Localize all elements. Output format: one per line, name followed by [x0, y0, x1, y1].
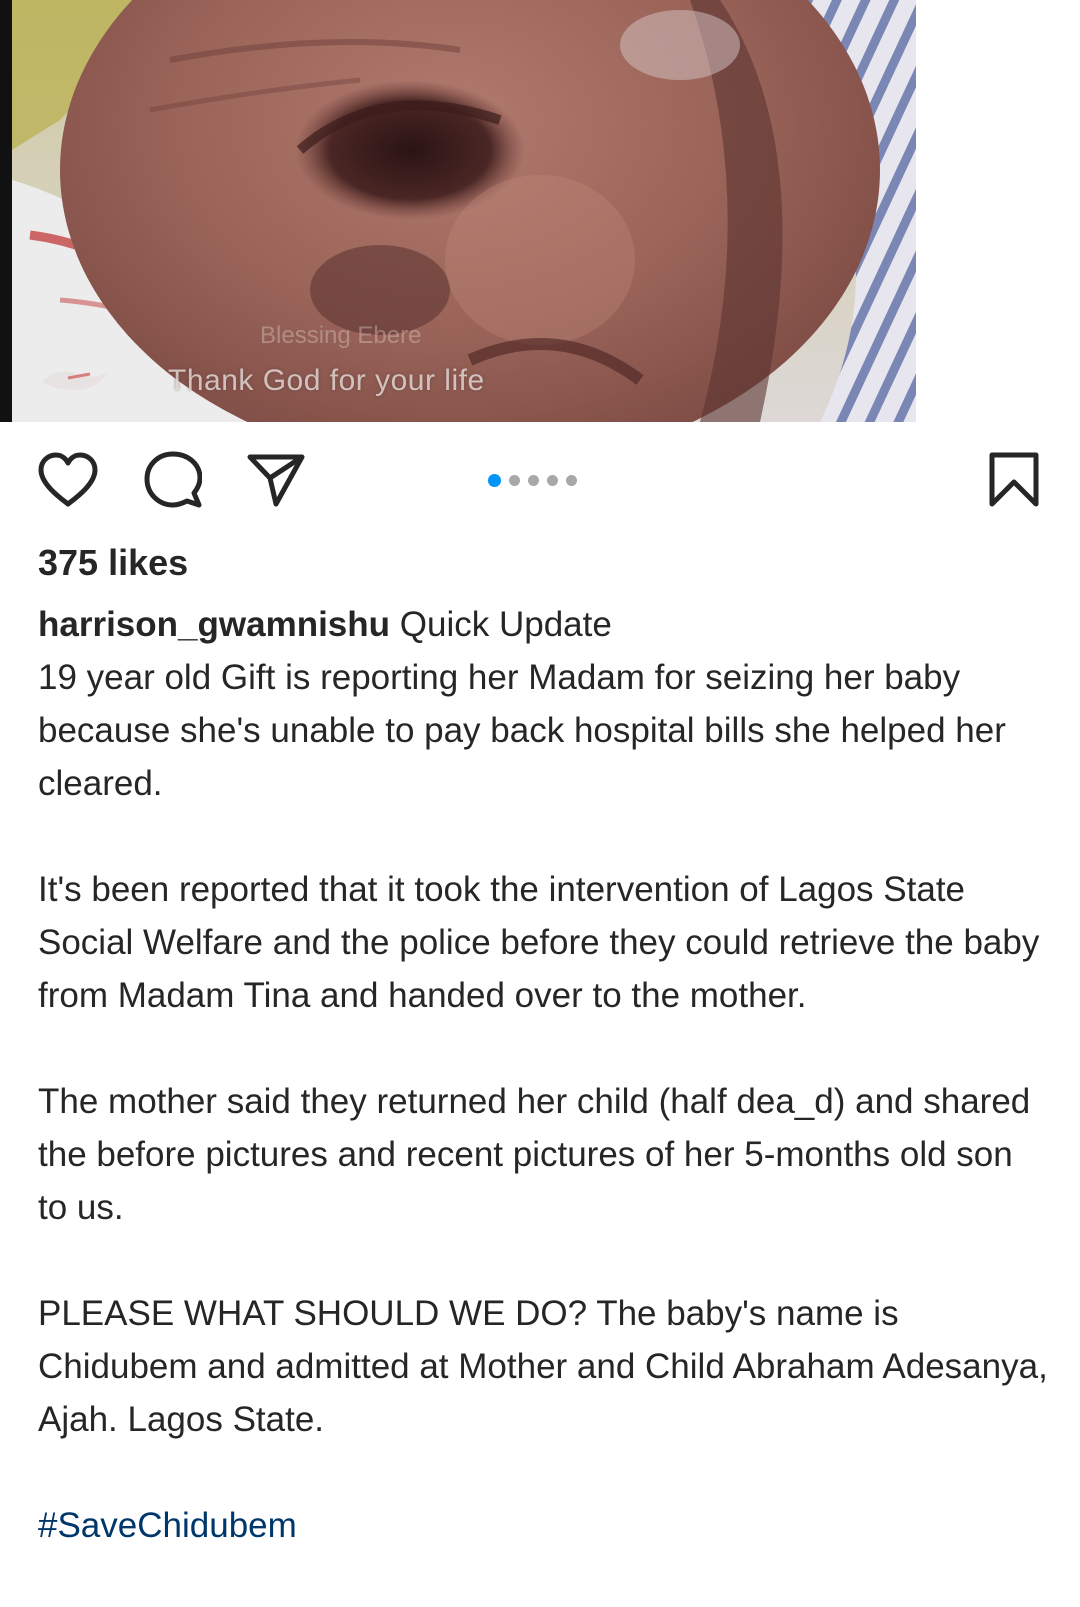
share-button[interactable] — [240, 440, 312, 520]
carousel-dot — [509, 474, 520, 486]
baby-photo-illustration — [0, 0, 916, 422]
likes-count[interactable]: 375 likes — [38, 542, 188, 584]
comment-bubble-icon — [144, 451, 202, 508]
heart-icon — [38, 452, 98, 507]
post-media[interactable]: Blessing Ebere Thank God for your life — [0, 0, 1080, 422]
carousel-dot — [528, 474, 539, 486]
comment-button[interactable] — [137, 440, 209, 520]
watermark-logo — [38, 360, 112, 396]
overlay-faint-text: Blessing Ebere — [260, 322, 422, 349]
save-button[interactable] — [978, 440, 1050, 520]
caption-paragraph: 19 year old Gift is reporting her Madam … — [38, 658, 1006, 803]
bookmark-icon — [989, 452, 1039, 507]
carousel-dot-active — [488, 473, 501, 487]
post-caption: harrison_gwamnishu Quick Update 19 year … — [38, 598, 1048, 1552]
carousel-indicator — [488, 473, 577, 487]
carousel-dot — [547, 474, 558, 486]
caption-paragraph: PLEASE WHAT SHOULD WE DO? The baby's nam… — [38, 1294, 1048, 1439]
post-photo[interactable]: Blessing Ebere Thank God for your life — [0, 0, 916, 422]
caption-lead: Quick Update — [399, 605, 612, 644]
paper-plane-icon — [247, 454, 305, 507]
overlay-caption: Thank God for your life — [168, 364, 485, 397]
hashtag-link[interactable]: #SaveChidubem — [38, 1506, 297, 1545]
caption-paragraph: It's been reported that it took the inte… — [38, 870, 1040, 1015]
like-button[interactable] — [32, 440, 104, 520]
carousel-dot — [566, 474, 577, 486]
caption-paragraph: The mother said they returned her child … — [38, 1082, 1031, 1227]
author-username[interactable]: harrison_gwamnishu — [38, 605, 390, 644]
